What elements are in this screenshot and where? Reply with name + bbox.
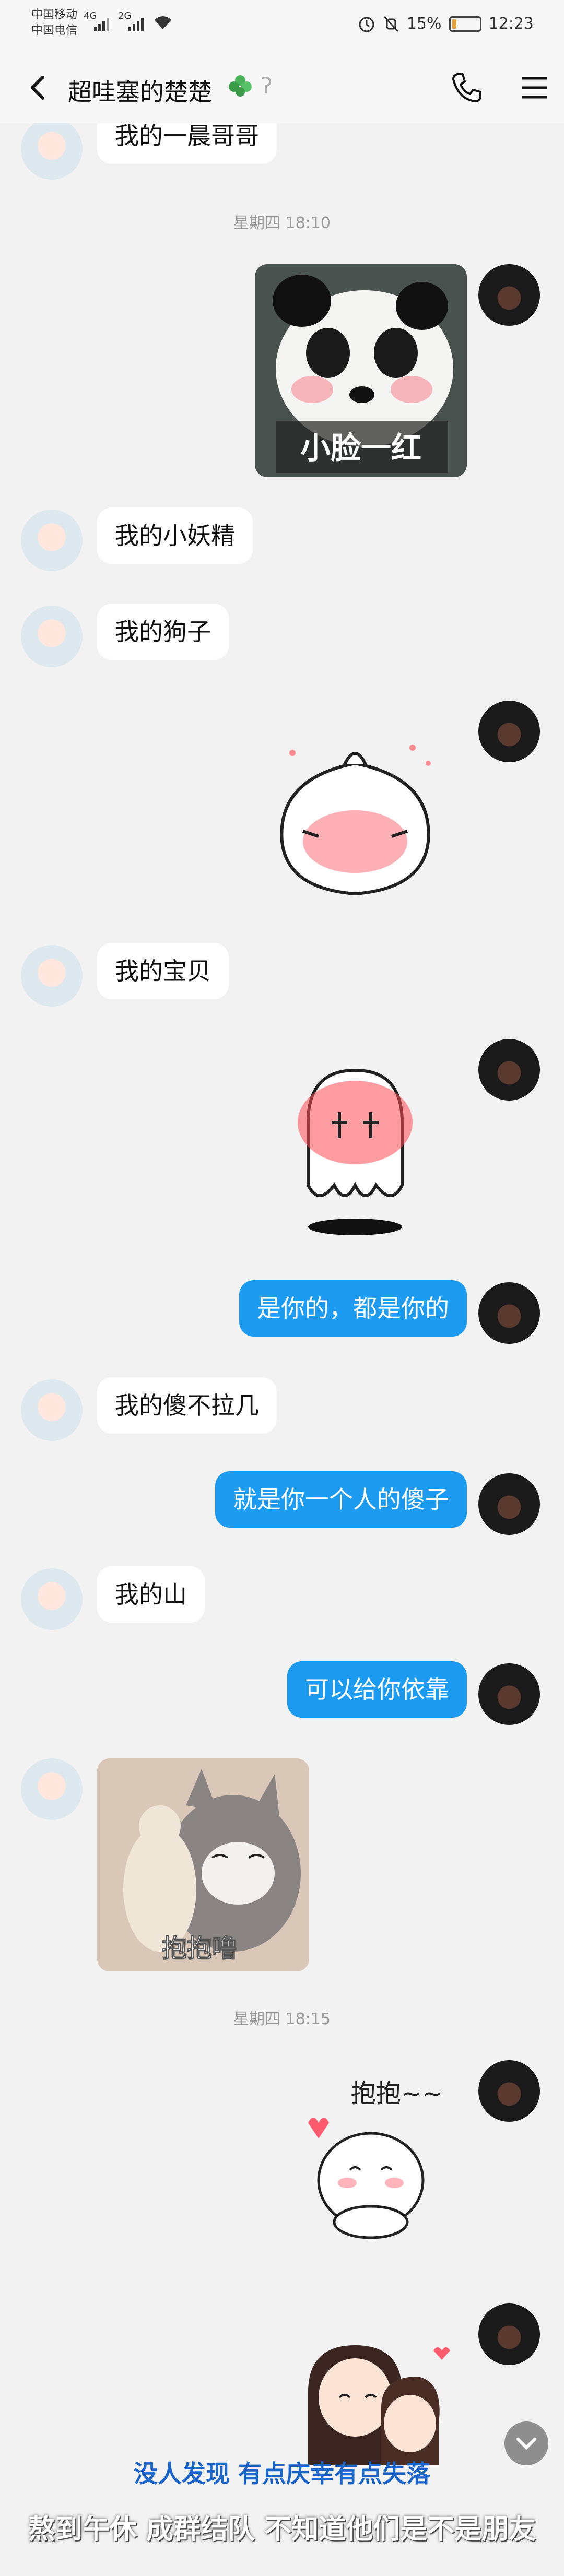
message-bubble[interactable]: 我的傻不拉几 — [97, 1377, 277, 1434]
message-list[interactable]: 我的一晨哥哥 星期四 18:10 小脸一红 我的小妖精 我的狗子 我的宝贝 是你… — [0, 123, 564, 2576]
clover-icon — [229, 75, 252, 97]
sticker-caption: 小脸一红 — [300, 430, 421, 466]
avatar[interactable] — [21, 1758, 83, 1820]
hearing-icon: ʔ — [261, 73, 273, 99]
couple-sticker[interactable] — [277, 2319, 454, 2476]
carrier-2: 中国电信 — [31, 24, 78, 37]
avatar[interactable] — [21, 1568, 83, 1630]
avatar[interactable] — [21, 606, 83, 667]
battery-percent: 15% — [406, 15, 442, 33]
battery-icon — [449, 16, 481, 32]
subtitle-line-1: 没人发现 有点庆幸有点失落 — [133, 2460, 430, 2488]
wifi-icon — [155, 16, 171, 29]
message-bubble[interactable]: 我的山 — [97, 1566, 205, 1623]
message-bubble[interactable]: 就是你一个人的傻子 — [215, 1471, 467, 1528]
avatar[interactable] — [21, 1379, 83, 1441]
sticker-caption: 抱抱噜 — [162, 1934, 237, 1963]
carrier-1: 中国移动 — [31, 8, 78, 21]
blush-bun-sticker[interactable] — [256, 732, 454, 904]
chat-title[interactable]: 超哇塞的楚楚 — [68, 73, 212, 108]
panda-sticker[interactable]: 小脸一红 — [255, 264, 467, 477]
battery-fill — [452, 19, 456, 29]
message-bubble[interactable]: 我的小妖精 — [97, 507, 253, 564]
timestamp: 星期四 18:15 — [233, 2010, 331, 2028]
avatar[interactable] — [21, 510, 83, 571]
status-bar: 中国移动 中国电信 4G 2G 15% 12:23 — [0, 0, 564, 52]
avatar[interactable] — [478, 2303, 540, 2365]
message-bubble[interactable]: 可以给你依靠 — [287, 1661, 467, 1718]
signal-icon — [128, 18, 144, 31]
message-bubble[interactable]: 我的狗子 — [97, 604, 229, 660]
hug-bun-sticker[interactable]: 抱抱~~ — [292, 2065, 470, 2243]
alarm-icon — [359, 17, 374, 32]
avatar[interactable] — [478, 1473, 540, 1535]
message-bubble[interactable]: 我的宝贝 — [97, 943, 229, 999]
avatar[interactable] — [478, 1039, 540, 1101]
sticker-caption: 抱抱~~ — [351, 2079, 443, 2108]
shy-ghost-sticker[interactable] — [266, 1049, 444, 1248]
back-arrow-icon[interactable] — [23, 72, 54, 103]
message-bubble[interactable]: 我的一晨哥哥 — [97, 123, 277, 164]
avatar[interactable] — [478, 1282, 540, 1344]
menu-icon[interactable] — [519, 73, 550, 102]
message-bubble[interactable]: 是你的，都是你的 — [239, 1280, 467, 1337]
subtitle-line-2: 熬到午休 成群结队 不知道他们是不是朋友 — [28, 2514, 536, 2545]
chat-header: 超哇塞的楚楚 ʔ — [0, 52, 564, 123]
mute-icon — [383, 16, 398, 32]
timestamp: 星期四 18:10 — [233, 214, 331, 232]
kitten-sticker[interactable]: 抱抱噜 — [97, 1758, 309, 1971]
avatar[interactable] — [21, 123, 83, 180]
avatar[interactable] — [478, 264, 540, 326]
avatar[interactable] — [21, 945, 83, 1007]
avatar[interactable] — [478, 701, 540, 762]
avatar[interactable] — [478, 2060, 540, 2122]
phone-icon[interactable] — [449, 70, 485, 105]
signal-icon — [94, 18, 109, 31]
clock: 12:23 — [488, 15, 534, 33]
avatar[interactable] — [478, 1663, 540, 1725]
